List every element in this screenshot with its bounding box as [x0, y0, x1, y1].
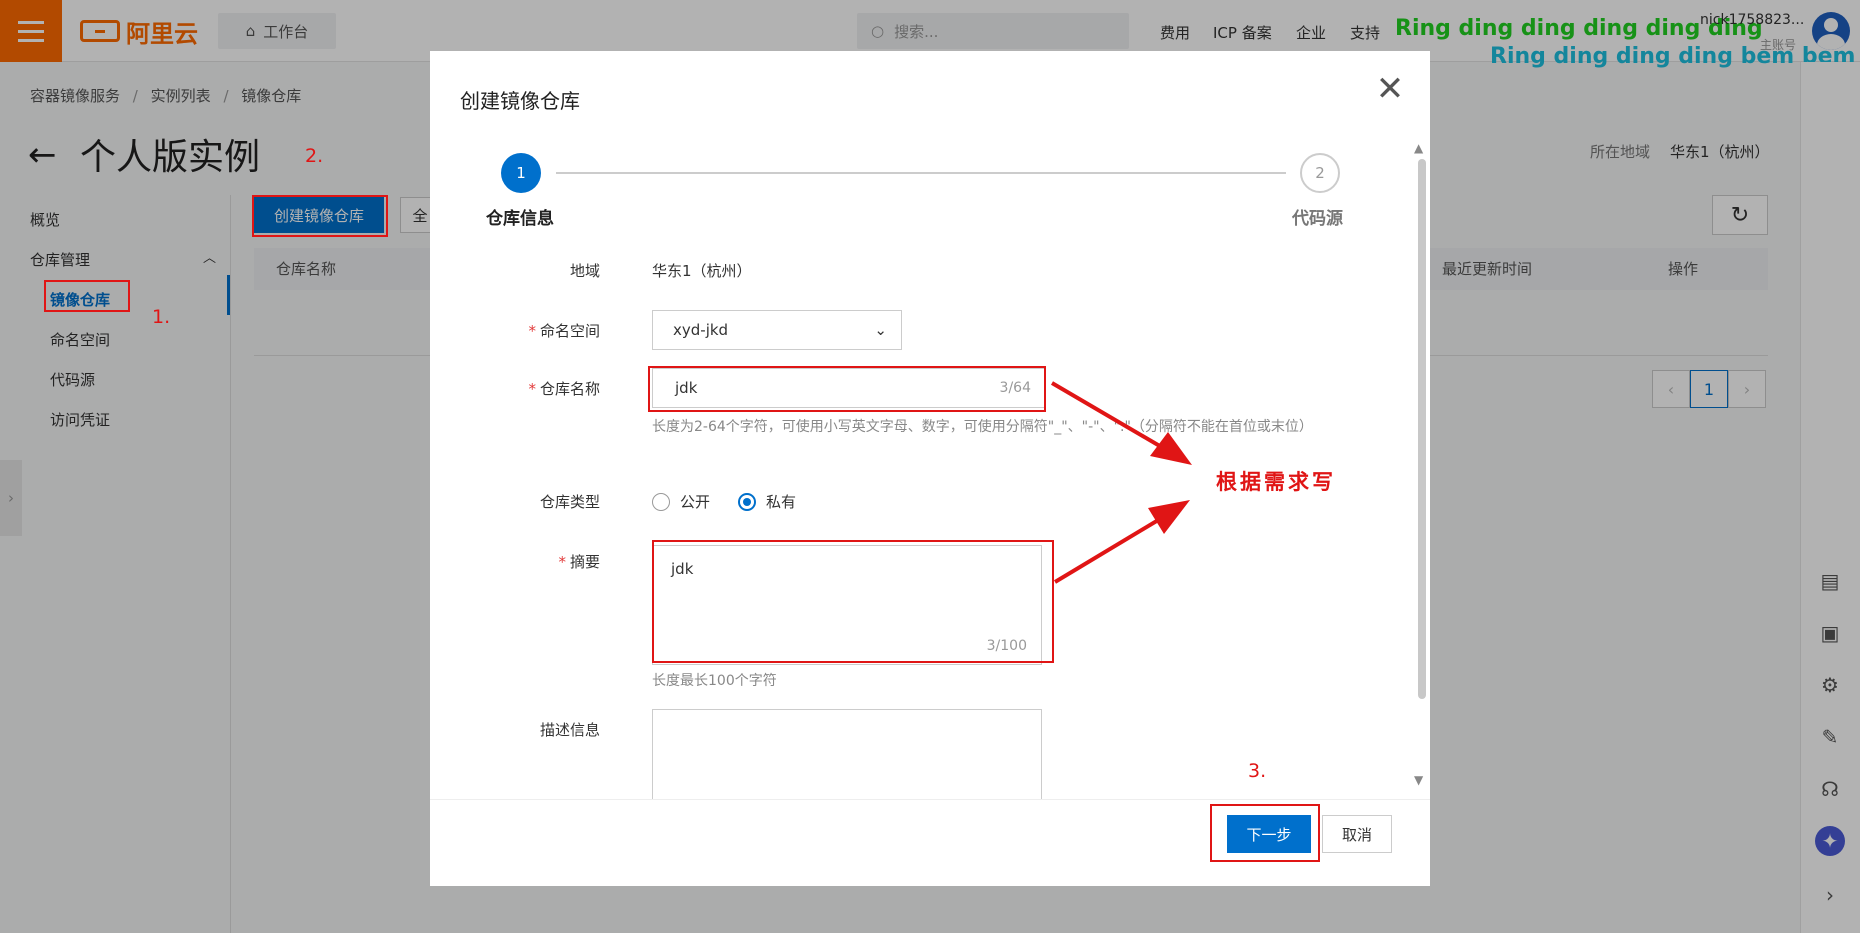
arrow-head-lower [1148, 500, 1190, 534]
arrow-line-lower [1053, 511, 1172, 584]
arrow-line-upper [1050, 381, 1172, 454]
annotation-arrows [1050, 381, 1192, 584]
arrow-head-upper [1150, 432, 1192, 465]
